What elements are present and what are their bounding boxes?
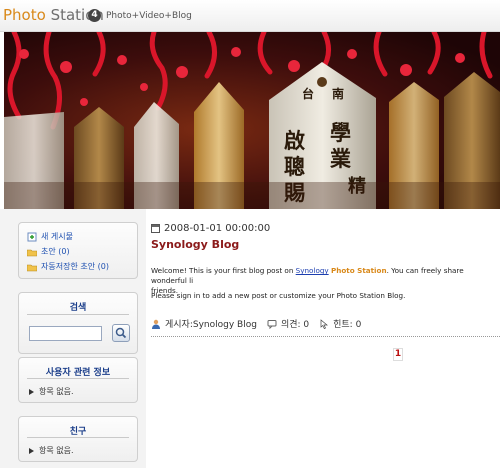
folder-icon	[27, 264, 37, 271]
cursor-icon	[320, 318, 329, 329]
post-menu-box: 새 게시물 초안 (0) 자동저장한 초안 (0)	[18, 222, 138, 279]
drafts-label: 초안 (0)	[41, 247, 70, 256]
search-input[interactable]	[29, 326, 102, 341]
logo-photo: Photo	[3, 6, 46, 24]
friends-box: 친구 항목 없음.	[18, 416, 138, 462]
divider	[27, 437, 129, 438]
photo-station-text: Photo Station	[330, 266, 387, 275]
version-badge: 4	[88, 9, 101, 22]
post-date: 2008-01-01 00:00:00	[151, 223, 270, 234]
user-info-empty: 항목 없음.	[29, 386, 74, 397]
svg-text:啟: 啟	[284, 128, 305, 153]
user-info-box: 사용자 관련 정보 항목 없음.	[18, 357, 138, 403]
autosaved-drafts-label: 자동저장한 초안 (0)	[41, 262, 109, 271]
post-body-prefix: Welcome! This is your first blog post on	[151, 266, 296, 275]
blog-main: 2008-01-01 00:00:00 Synology Blog Welcom…	[146, 209, 500, 468]
new-post-link[interactable]: 새 게시물	[27, 231, 73, 242]
post-hits: 힌트: 0	[333, 320, 362, 330]
post-meta: 게시자:Synology Blog 의견: 0 힌트: 0	[151, 317, 361, 330]
bullet-arrow-icon	[29, 388, 34, 395]
svg-text:業: 業	[330, 146, 352, 171]
divider	[151, 336, 500, 337]
user-icon	[152, 319, 160, 329]
drafts-link[interactable]: 초안 (0)	[27, 246, 70, 257]
post-comments[interactable]: 의견: 0	[281, 317, 309, 330]
friends-empty: 항목 없음.	[29, 445, 74, 456]
svg-text:聰: 聰	[284, 154, 305, 179]
new-post-label: 새 게시물	[41, 232, 73, 241]
header-banner-image: 台 南 啟 聰 賜 學 業 精	[4, 32, 500, 209]
pager-current-page[interactable]: 1	[393, 348, 403, 361]
divider	[27, 314, 129, 315]
post-author[interactable]: 게시자:Synology Blog	[165, 317, 257, 330]
new-post-icon	[27, 232, 37, 241]
search-button[interactable]	[112, 324, 130, 342]
bullet-arrow-icon	[29, 447, 34, 454]
user-info-title: 사용자 관련 정보	[45, 368, 111, 378]
synology-link[interactable]: Synology	[296, 266, 329, 275]
comment-icon	[267, 319, 277, 329]
post-date-text: 2008-01-01 00:00:00	[164, 223, 271, 234]
search-box: 검색	[18, 292, 138, 354]
sidebar: 새 게시물 초안 (0) 자동저장한 초안 (0) 검색 사용자 관련 정보 항…	[0, 209, 146, 468]
folder-icon	[27, 249, 37, 256]
calendar-icon	[151, 224, 160, 233]
post-body-line2: Please sign in to add a new post or cust…	[151, 291, 406, 300]
top-bar: Photo Station 4 Photo+Video+Blog	[0, 0, 500, 32]
autosaved-drafts-link[interactable]: 자동저장한 초안 (0)	[27, 261, 109, 272]
friends-title: 친구	[69, 427, 87, 437]
user-info-empty-label: 항목 없음.	[39, 387, 74, 396]
search-icon	[115, 327, 127, 339]
svg-text:南: 南	[332, 86, 344, 101]
search-title: 검색	[69, 303, 87, 313]
svg-text:學: 學	[330, 120, 351, 145]
tagline: Photo+Video+Blog	[106, 11, 192, 21]
divider	[27, 378, 129, 379]
svg-text:台: 台	[302, 86, 314, 101]
friends-empty-label: 항목 없음.	[39, 446, 74, 455]
post-title[interactable]: Synology Blog	[151, 238, 239, 251]
